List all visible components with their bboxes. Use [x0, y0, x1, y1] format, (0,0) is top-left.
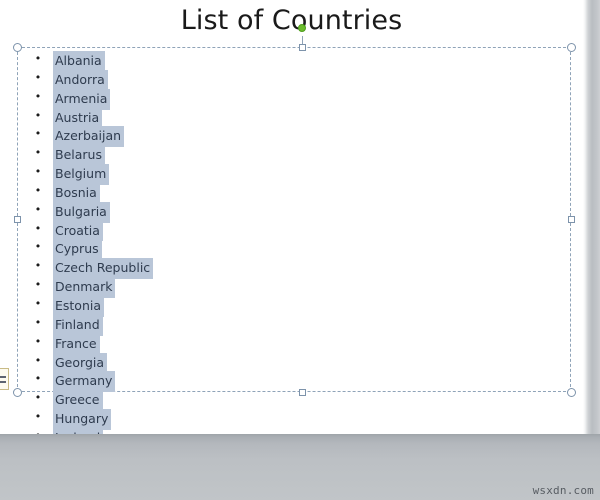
bullet-icon: • [34, 278, 42, 292]
list-item[interactable]: • Albania [28, 50, 548, 72]
tag-line-icon [0, 381, 6, 383]
bullet-icon: • [34, 183, 42, 197]
list-item[interactable]: • Hungary [28, 408, 548, 430]
list-item[interactable]: • Germany [28, 370, 548, 393]
resize-handle-middle-right[interactable] [568, 216, 575, 223]
list-item[interactable]: •Iceland [28, 427, 548, 434]
bullet-icon: • [34, 89, 42, 103]
list-item[interactable]: • Croatia [28, 220, 548, 242]
bullet-icon: • [34, 108, 42, 122]
workspace-right-gutter[interactable] [583, 0, 600, 434]
bullet-icon: • [34, 202, 42, 216]
resize-handle-bottom-center[interactable] [299, 389, 306, 396]
list-item[interactable]: • Cyprus [28, 238, 548, 261]
list-item[interactable]: • Georgia [28, 352, 548, 374]
resize-handle-bottom-right[interactable] [567, 388, 576, 397]
list-item[interactable]: • Andorra [28, 69, 548, 91]
resize-handle-top-right[interactable] [567, 43, 576, 52]
bullet-icon: • [34, 353, 42, 367]
resize-handle-bottom-left[interactable] [13, 388, 22, 397]
list-item[interactable]: • Estonia [28, 295, 548, 317]
resize-handle-top-center[interactable] [299, 44, 306, 51]
list-item[interactable]: • Bosnia [28, 182, 548, 204]
watermark: wsxdn.com [532, 484, 594, 497]
list-item[interactable]: • Greece [28, 389, 548, 412]
bullet-icon: • [34, 165, 42, 179]
bullet-icon: • [34, 427, 42, 434]
resize-handle-top-left[interactable] [13, 43, 22, 52]
list-item[interactable]: • Belarus [28, 144, 548, 167]
workspace-bottom-area [0, 434, 600, 500]
list-item[interactable]: • Bulgaria [28, 201, 548, 223]
list-item[interactable]: • Azerbaijan [28, 125, 548, 148]
bullet-icon: • [34, 70, 42, 84]
bullet-icon: • [34, 410, 42, 424]
country-bullet-list[interactable]: • Albania • Andorra • Armenia • Austria • Azerbai… [28, 50, 548, 434]
bullet-icon: • [34, 334, 42, 348]
tag-line-icon [0, 376, 6, 378]
rotate-handle[interactable] [298, 24, 306, 32]
bullet-icon: • [34, 240, 42, 254]
bullet-icon: • [34, 315, 42, 329]
bullet-icon: • [34, 372, 42, 386]
autofit-options-tag[interactable] [0, 368, 9, 390]
slide-title[interactable]: List of Countries [0, 4, 583, 38]
list-item[interactable]: • Austria [28, 107, 548, 129]
list-item[interactable]: • Denmark [28, 276, 548, 298]
list-item[interactable]: • Czech Republic [28, 257, 548, 280]
list-item[interactable]: • Armenia [28, 88, 548, 110]
resize-handle-middle-left[interactable] [14, 216, 21, 223]
bullet-icon: • [34, 296, 42, 310]
bullet-icon: • [34, 127, 42, 141]
bullet-icon: • [34, 52, 42, 65]
bullet-icon: • [34, 221, 42, 235]
list-item[interactable]: • Finland [28, 314, 548, 336]
slide-canvas[interactable]: List of Countries • Albania • Andorra • Armen… [0, 0, 583, 434]
bullet-icon: • [34, 391, 42, 405]
list-item[interactable]: • France [28, 333, 548, 355]
bullet-icon: • [34, 259, 42, 273]
bullet-icon: • [34, 146, 42, 160]
list-item[interactable]: • Belgium [28, 163, 548, 185]
